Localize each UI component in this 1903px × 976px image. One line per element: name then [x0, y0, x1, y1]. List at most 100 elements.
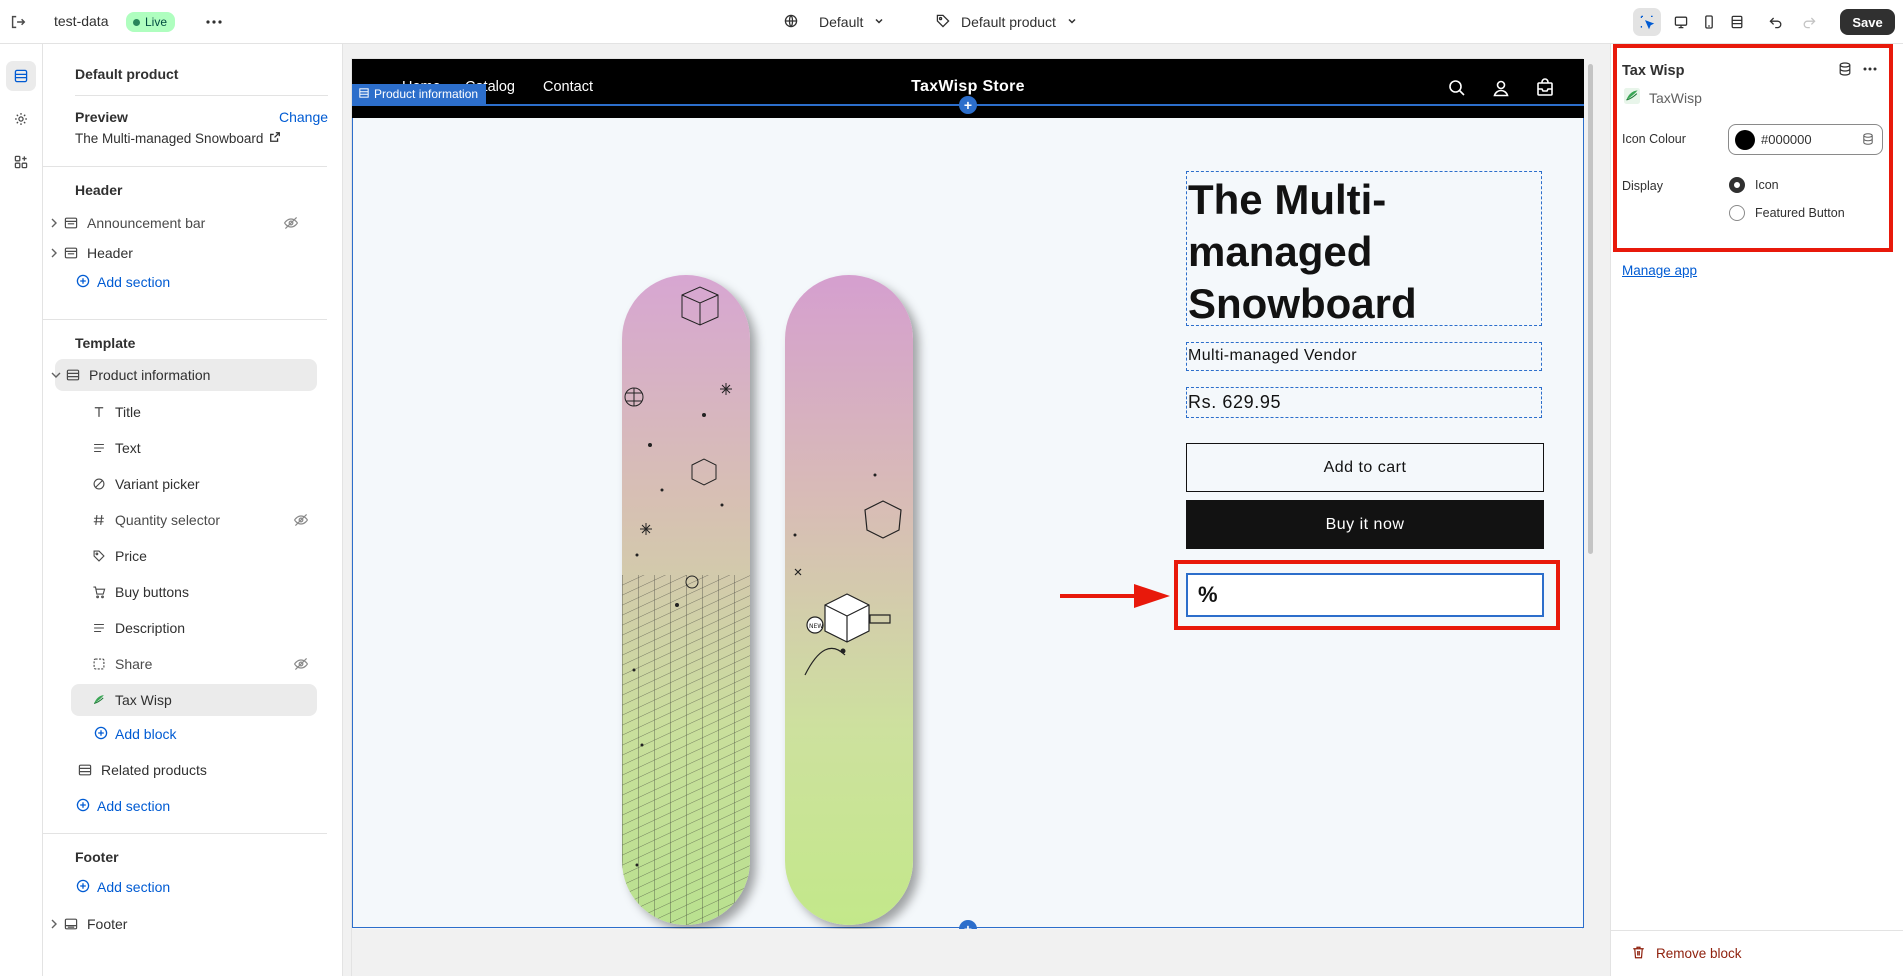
template-group-label: Template	[75, 335, 136, 351]
eye-hidden-icon[interactable]	[293, 512, 309, 531]
preview-label: Preview	[75, 109, 128, 125]
globe-icon	[783, 13, 799, 32]
undo-button[interactable]	[1762, 8, 1790, 36]
redo-icon	[1795, 8, 1823, 36]
icon-colour-value[interactable]: #000000	[1761, 132, 1812, 147]
red-arrow-annotation	[1060, 584, 1170, 608]
block-text[interactable]: Text	[89, 432, 317, 464]
block-title[interactable]: Title	[89, 396, 317, 428]
block-tax-wisp[interactable]: Tax Wisp	[71, 684, 317, 716]
app-source: TaxWisp	[1624, 88, 1702, 107]
preview-product[interactable]: The Multi-managed Snowboard	[75, 131, 281, 146]
block-description[interactable]: Description	[89, 612, 317, 644]
block-quantity-selector[interactable]: Quantity selector	[89, 504, 317, 536]
radio-selected-icon[interactable]	[1729, 177, 1745, 193]
section-announcement-bar[interactable]: Announcement bar	[47, 207, 307, 239]
add-section-template-button[interactable]: Add section	[75, 790, 170, 822]
section-label: Related products	[101, 762, 207, 778]
buy-it-now-button[interactable]: Buy it now	[1186, 500, 1544, 549]
mobile-view-icon[interactable]	[1695, 8, 1723, 36]
external-link-icon	[269, 131, 281, 146]
database-icon[interactable]	[1861, 132, 1875, 149]
add-section-plus-icon[interactable]: +	[959, 96, 977, 114]
block-label: Tax Wisp	[115, 692, 172, 708]
exit-icon[interactable]	[7, 11, 29, 33]
more-actions-button[interactable]	[202, 10, 226, 34]
tax-wisp-widget[interactable]: %	[1186, 573, 1544, 617]
redo-button[interactable]	[1795, 8, 1823, 36]
product-price[interactable]: Rs. 629.95	[1186, 387, 1542, 418]
left-rail	[0, 44, 43, 976]
apps-icon[interactable]	[6, 147, 36, 177]
block-more-button[interactable]	[1862, 61, 1878, 80]
add-section-footer-button[interactable]: Add section	[75, 871, 170, 903]
product-information-section-badge[interactable]: Product information	[352, 84, 487, 104]
add-to-cart-button[interactable]: Add to cart	[1186, 443, 1544, 492]
share-icon	[89, 654, 109, 674]
colour-swatch[interactable]	[1735, 129, 1755, 150]
chevron-right-icon[interactable]	[47, 248, 61, 258]
eye-hidden-icon[interactable]	[283, 215, 299, 234]
chevron-down-icon	[1066, 14, 1078, 30]
section-footer[interactable]: Footer	[47, 908, 307, 940]
related-section-icon	[75, 760, 95, 780]
account-icon[interactable]	[1489, 76, 1513, 100]
eye-hidden-icon[interactable]	[293, 656, 309, 675]
cart-icon	[89, 582, 109, 602]
inspector-icon[interactable]	[1633, 8, 1661, 36]
display-option-featured-button[interactable]: Featured Button	[1729, 205, 1845, 221]
product-title[interactable]: The Multi-managed Snowboard	[1186, 171, 1542, 327]
sections-icon[interactable]	[6, 61, 36, 91]
icon-colour-field[interactable]: #000000	[1728, 124, 1883, 155]
divider	[43, 319, 327, 320]
fullscreen-view-icon[interactable]	[1723, 8, 1751, 36]
trash-icon	[1631, 945, 1646, 963]
desktop-view-icon[interactable]	[1667, 8, 1695, 36]
radio-label: Featured Button	[1755, 206, 1845, 220]
radio-unselected-icon[interactable]	[1729, 205, 1745, 221]
display-option-icon[interactable]: Icon	[1729, 177, 1779, 193]
snowboard-image-right[interactable]: NEW	[785, 275, 913, 925]
section-header[interactable]: Header	[47, 237, 307, 269]
add-section-header-button[interactable]: Add section	[75, 266, 170, 298]
block-buy-buttons[interactable]: Buy buttons	[89, 576, 317, 608]
plus-circle-icon	[75, 273, 91, 292]
remove-block-button[interactable]: Remove block	[1611, 930, 1903, 976]
save-button[interactable]: Save	[1840, 9, 1895, 35]
block-settings-title: Tax Wisp	[1622, 63, 1685, 79]
product-vendor[interactable]: Multi-managed Vendor	[1186, 342, 1542, 371]
product-select[interactable]: Default product	[935, 11, 1078, 33]
cart-icon[interactable]	[1533, 76, 1557, 100]
settings-icon[interactable]	[6, 104, 36, 134]
app-database-icon[interactable]	[1837, 61, 1853, 80]
svg-text:NEW: NEW	[809, 623, 823, 630]
section-related-products[interactable]: Related products	[61, 754, 317, 786]
search-icon[interactable]	[1445, 76, 1469, 100]
block-variant-picker[interactable]: Variant picker	[89, 468, 317, 500]
product-section: NEW The Multi-managed Snowboard Multi-ma…	[352, 118, 1584, 928]
chevron-down-icon[interactable]	[49, 371, 63, 379]
add-section-label: Add section	[97, 798, 171, 814]
view-toggle-group	[1633, 8, 1751, 36]
store-preview-frame: Home Catalog Contact TaxWisp Store Produ…	[351, 58, 1584, 976]
store-name[interactable]: TaxWisp Store	[352, 78, 1584, 96]
title-icon	[89, 402, 109, 422]
top-bar: test-data Live Default Default product S…	[0, 0, 1903, 44]
sidebar-title: Default product	[75, 66, 179, 82]
manage-app-link[interactable]: Manage app	[1622, 263, 1697, 278]
change-preview-link[interactable]: Change	[279, 109, 328, 125]
block-price[interactable]: Price	[89, 540, 317, 572]
add-section-label: Add section	[97, 274, 171, 290]
chevron-right-icon[interactable]	[47, 919, 61, 929]
product-section-icon	[63, 365, 83, 385]
block-share[interactable]: Share	[89, 648, 317, 680]
preview-scrollbar[interactable]	[1588, 64, 1593, 554]
add-block-button[interactable]: Add block	[93, 718, 176, 750]
product-select-label: Default product	[961, 14, 1056, 30]
section-product-information[interactable]: Product information	[51, 359, 317, 391]
taxwisp-icon	[1624, 88, 1640, 107]
snowboard-image-left[interactable]	[622, 275, 750, 925]
chevron-right-icon[interactable]	[47, 218, 61, 228]
template-select[interactable]: Default	[783, 11, 885, 33]
section-label: Announcement bar	[87, 215, 206, 231]
